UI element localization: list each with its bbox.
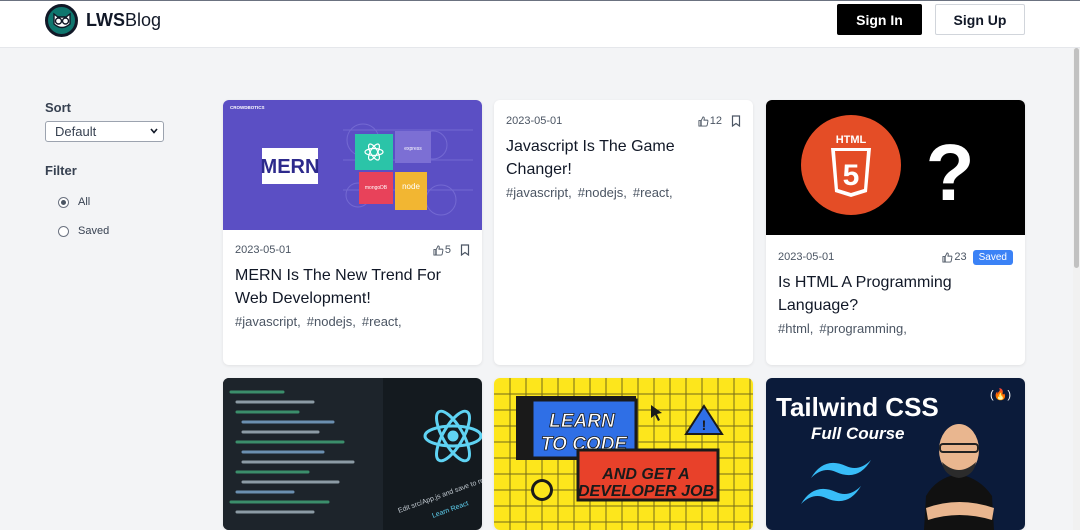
sign-in-button[interactable]: Sign In — [837, 4, 922, 35]
post-thumbnail[interactable]: LEARN TO CODE AND GET A DEVELOPER JOB ! — [494, 378, 753, 530]
filter-heading: Filter — [45, 163, 77, 178]
post-card[interactable]: 2023-05-01 12 Javascript Is The Game Cha… — [494, 100, 753, 365]
brand-logo-link[interactable]: LWSBlog — [45, 4, 161, 37]
like-count[interactable]: 23 — [942, 251, 967, 263]
post-tag[interactable]: #nodejs, — [578, 185, 627, 200]
radio-unchecked-icon — [58, 225, 69, 237]
post-tag[interactable]: #react, — [633, 185, 673, 200]
post-thumbnail[interactable]: CROWDBOTICS MERN express mongoDB node — [223, 100, 482, 230]
mongodb-label: mongoDB — [365, 185, 388, 191]
post-thumbnail[interactable]: HTML 5 ? — [766, 100, 1025, 235]
post-card-body: 2023-05-01 12 Javascript Is The Game Cha… — [494, 100, 753, 200]
chevron-down-icon — [150, 128, 158, 134]
mern-label: MERN — [261, 156, 320, 178]
post-card[interactable]: CROWDBOTICS MERN express mongoDB node 20… — [223, 100, 482, 365]
post-thumbnail[interactable]: Tailwind CSS Full Course (🔥) — [766, 378, 1025, 530]
post-tags: #javascript, #nodejs, #react, — [506, 185, 741, 200]
post-tag[interactable]: #html, — [778, 321, 813, 336]
post-tag[interactable]: #programming, — [819, 321, 906, 336]
post-tag[interactable]: #javascript, — [235, 314, 301, 329]
filter-radio-saved[interactable]: Saved — [58, 225, 175, 237]
sidebar: Sort Default Filter All Saved — [45, 100, 175, 237]
express-label: express — [404, 146, 422, 152]
learn-to-code-thumbnail-image: LEARN TO CODE AND GET A DEVELOPER JOB ! — [494, 378, 753, 530]
post-title[interactable]: Is HTML A Programming Language? — [778, 271, 1013, 317]
tailwind-thumbnail-image: Tailwind CSS Full Course (🔥) — [766, 378, 1025, 530]
sort-select-value: Default — [55, 124, 97, 139]
radio-checked-icon — [58, 196, 69, 208]
learn-text: LEARN — [549, 411, 616, 432]
tailwind-title-text: Tailwind CSS — [776, 392, 939, 422]
brand-name: LWSBlog — [86, 10, 162, 30]
developer-job-text: DEVELOPER JOB — [578, 483, 714, 500]
scrollbar-thumb[interactable] — [1074, 48, 1079, 268]
filter-radio-all[interactable]: All — [58, 196, 175, 208]
freecodecamp-icon: (🔥) — [990, 388, 1011, 401]
owl-logo-icon — [45, 4, 78, 37]
saved-badge[interactable]: Saved — [972, 249, 1013, 265]
page-scrollbar[interactable] — [1073, 48, 1080, 530]
post-card-body: 2023-05-01 23 Saved Is HTML A Programmin… — [766, 235, 1025, 336]
sort-select[interactable]: Default — [45, 121, 164, 142]
post-title[interactable]: Javascript Is The Game Changer! — [506, 135, 741, 181]
mern-thumbnail-image: CROWDBOTICS MERN express mongoDB node — [223, 100, 482, 230]
post-tag[interactable]: #javascript, — [506, 185, 572, 200]
post-card-body: 2023-05-01 5 MERN Is The New Trend For W… — [223, 230, 482, 329]
like-count[interactable]: 5 — [433, 244, 451, 256]
crowdbotics-text: CROWDBOTICS — [230, 105, 265, 110]
thumbs-up-icon — [433, 244, 444, 256]
question-mark: ? — [926, 128, 975, 217]
post-title[interactable]: MERN Is The New Trend For Web Developmen… — [235, 264, 470, 310]
filter-option-label: Saved — [78, 225, 110, 237]
like-count[interactable]: 12 — [698, 115, 722, 127]
sort-heading: Sort — [45, 100, 71, 115]
post-date: 2023-05-01 — [778, 251, 835, 263]
html5-thumbnail-image: HTML 5 ? — [766, 100, 1025, 235]
sign-up-button[interactable]: Sign Up — [935, 4, 1025, 35]
post-tag[interactable]: #react, — [362, 314, 402, 329]
filter-option-label: All — [78, 196, 91, 208]
react-code-thumbnail-image: Edit src/App.js and save to re Learn Rea… — [223, 378, 482, 530]
post-tags: #html, #programming, — [778, 321, 1013, 336]
svg-text:!: ! — [702, 417, 707, 433]
post-card[interactable]: HTML 5 ? 2023-05-01 23 Saved Is HTML A P… — [766, 100, 1025, 365]
post-card[interactable]: Tailwind CSS Full Course (🔥) — [766, 378, 1025, 530]
node-label: node — [402, 182, 420, 191]
bookmark-icon[interactable] — [460, 244, 470, 256]
and-get-a-text: AND GET A — [601, 466, 689, 483]
thumbs-up-icon — [698, 115, 709, 127]
post-date: 2023-05-01 — [506, 115, 563, 127]
full-course-text: Full Course — [811, 424, 905, 443]
html5-number: 5 — [843, 159, 860, 192]
post-thumbnail[interactable]: Edit src/App.js and save to re Learn Rea… — [223, 378, 482, 530]
post-card[interactable]: LEARN TO CODE AND GET A DEVELOPER JOB ! — [494, 378, 753, 530]
post-card[interactable]: Edit src/App.js and save to re Learn Rea… — [223, 378, 482, 530]
html-badge-text: HTML — [836, 134, 867, 146]
post-tag[interactable]: #nodejs, — [307, 314, 356, 329]
bookmark-icon[interactable] — [731, 115, 741, 127]
post-date: 2023-05-01 — [235, 244, 292, 256]
navbar: LWSBlog Sign In Sign Up — [0, 1, 1080, 48]
post-tags: #javascript, #nodejs, #react, — [235, 314, 470, 329]
thumbs-up-icon — [942, 251, 953, 263]
